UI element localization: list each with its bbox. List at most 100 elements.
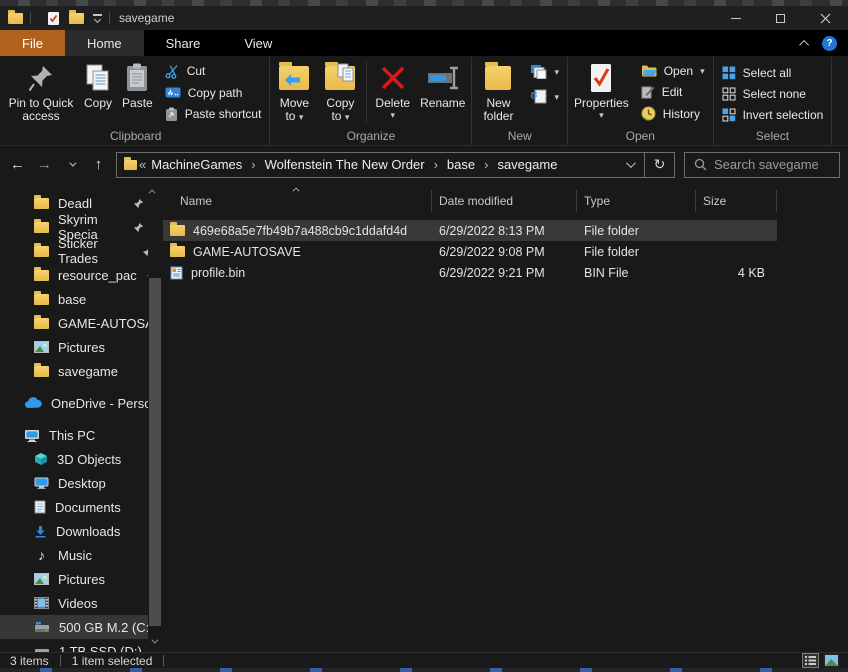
breadcrumb-machinegames[interactable]: MachineGames (148, 157, 245, 172)
tab-file[interactable]: File (0, 30, 65, 56)
close-button[interactable] (803, 6, 848, 30)
collapse-ribbon-icon[interactable] (799, 39, 809, 49)
sidebar-item-music[interactable]: ♪ Music (0, 543, 163, 567)
scrollbar-down-icon[interactable] (151, 637, 158, 644)
history-icon (641, 106, 656, 121)
minimize-button[interactable] (713, 6, 758, 30)
sidebar-item-videos[interactable]: Videos (0, 591, 163, 615)
pushpin-icon (28, 61, 54, 94)
tab-view[interactable]: View (222, 30, 294, 56)
new-item-icon (530, 64, 547, 79)
breadcrumb-wolfenstein[interactable]: Wolfenstein The New Order (262, 157, 428, 172)
folder-icon (34, 222, 49, 233)
copy-button[interactable]: Copy (79, 57, 117, 128)
file-row-469e68a5[interactable]: 469e68a5e7fb49b7a488cb9c1ddafd4d 6/29/20… (163, 220, 777, 241)
file-list-pane: Name Date modified Type Size 469e68a5e7f… (163, 183, 848, 652)
pin-to-quick-access-button[interactable]: Pin to Quick access (3, 57, 79, 128)
recent-locations-dropdown[interactable] (58, 152, 85, 178)
new-folder-button[interactable]: New folder (473, 57, 523, 128)
open-button[interactable]: Open ▾ (636, 63, 710, 79)
properties-button[interactable]: Properties ▾ (569, 57, 634, 128)
search-box[interactable] (684, 152, 840, 178)
select-none-button[interactable]: Select none (717, 86, 829, 102)
address-folder-icon (124, 160, 137, 170)
refresh-icon[interactable]: ↻ (644, 153, 674, 177)
scrollbar-thumb[interactable] (149, 278, 161, 626)
status-divider (163, 655, 164, 666)
up-button[interactable]: ↑ (85, 152, 112, 178)
invert-selection-button[interactable]: Invert selection (717, 107, 829, 123)
sidebar-item-game-autosave[interactable]: GAME-AUTOSAV (0, 311, 163, 335)
title-bar: savegame (0, 6, 848, 30)
pin-icon (133, 198, 144, 209)
search-input[interactable] (714, 157, 826, 172)
column-header-type[interactable]: Type (577, 190, 696, 212)
tab-home[interactable]: Home (65, 30, 144, 56)
edit-button[interactable]: Edit (636, 84, 710, 100)
sidebar-item-documents[interactable]: Documents (0, 495, 163, 519)
tab-share[interactable]: Share (144, 30, 223, 56)
help-icon[interactable]: ? (822, 36, 837, 51)
properties-shortcut-icon[interactable] (47, 11, 60, 26)
music-icon: ♪ (34, 548, 49, 562)
customize-qat-dropdown-icon[interactable] (93, 14, 102, 22)
select-all-button[interactable]: Select all (717, 65, 829, 81)
sidebar-scrollbar[interactable] (148, 183, 163, 652)
sidebar-item-pictures[interactable]: Pictures (0, 567, 163, 591)
sidebar-item-desktop[interactable]: Desktop (0, 471, 163, 495)
new-item-button[interactable]: ▾ (525, 63, 564, 80)
folder-icon (34, 366, 49, 377)
copy-icon (84, 61, 112, 94)
desktop-icon (34, 477, 49, 489)
sidebar-item-base[interactable]: base (0, 287, 163, 311)
sidebar-item-drive-d[interactable]: 1 TB SSD (D:) (0, 639, 163, 652)
forward-button[interactable]: → (31, 152, 58, 178)
new-folder-icon (485, 61, 511, 94)
scrollbar-up-icon[interactable] (149, 189, 156, 196)
breadcrumb-separator[interactable]: › (478, 157, 494, 172)
rename-button[interactable]: Rename (415, 57, 470, 128)
breadcrumb-separator[interactable]: › (428, 157, 444, 172)
column-header-name[interactable]: Name (163, 190, 432, 212)
sidebar-item-sticker-trades[interactable]: Sticker Trades (0, 239, 163, 263)
new-folder-shortcut-icon[interactable] (69, 13, 84, 24)
breadcrumb-savegame[interactable]: savegame (494, 157, 560, 172)
back-button[interactable]: ← (4, 152, 31, 178)
move-to-icon (279, 61, 309, 94)
open-folder-icon (641, 64, 657, 77)
sidebar-item-onedrive[interactable]: OneDrive - Person (0, 391, 163, 415)
easy-access-button[interactable]: ▾ (525, 88, 564, 105)
column-header-size[interactable]: Size (696, 190, 777, 212)
sidebar-item-drive-c[interactable]: 500 GB M.2 (C:) (0, 615, 163, 639)
file-row-game-autosave[interactable]: GAME-AUTOSAVE 6/29/2022 9:08 PM File fol… (163, 241, 777, 262)
address-dropdown-icon[interactable] (614, 153, 644, 177)
cut-button[interactable]: Cut (160, 63, 267, 80)
scissors-icon (165, 64, 180, 79)
large-icons-view-icon[interactable] (823, 653, 840, 668)
sidebar-item-downloads[interactable]: Downloads (0, 519, 163, 543)
breadcrumb-separator[interactable]: › (245, 157, 261, 172)
column-header-date-modified[interactable]: Date modified (432, 190, 577, 212)
breadcrumb-overflow-icon[interactable]: « (137, 157, 148, 172)
breadcrumb-base[interactable]: base (444, 157, 478, 172)
history-button[interactable]: History (636, 105, 710, 122)
copy-path-button[interactable]: Copy path (160, 85, 267, 101)
file-row-profile-bin[interactable]: profile.bin 6/29/2022 9:21 PM BIN File 4… (163, 262, 777, 283)
sidebar-item-this-pc[interactable]: This PC (0, 423, 163, 447)
copy-to-button[interactable]: Copy to ▾ (317, 57, 363, 128)
group-label-new: New (473, 128, 566, 145)
paste-button[interactable]: Paste (117, 57, 158, 128)
maximize-button[interactable] (758, 6, 803, 30)
paste-shortcut-button[interactable]: Paste shortcut (160, 106, 267, 123)
address-bar[interactable]: « MachineGames › Wolfenstein The New Ord… (116, 152, 675, 178)
sidebar-item-3d-objects[interactable]: 3D Objects (0, 447, 163, 471)
delete-dropdown-caret: ▾ (391, 111, 396, 119)
delete-button[interactable]: Delete ▾ (370, 57, 415, 128)
select-none-icon (722, 87, 736, 101)
sidebar-item-pictures-qa[interactable]: Pictures (0, 335, 163, 359)
sidebar-item-resource-pac[interactable]: resource_pac (0, 263, 163, 287)
sidebar-item-savegame[interactable]: savegame (0, 359, 163, 383)
details-view-icon[interactable] (802, 653, 819, 668)
move-to-button[interactable]: Move to ▾ (271, 57, 317, 128)
background-window-strip-bottom (0, 668, 848, 672)
